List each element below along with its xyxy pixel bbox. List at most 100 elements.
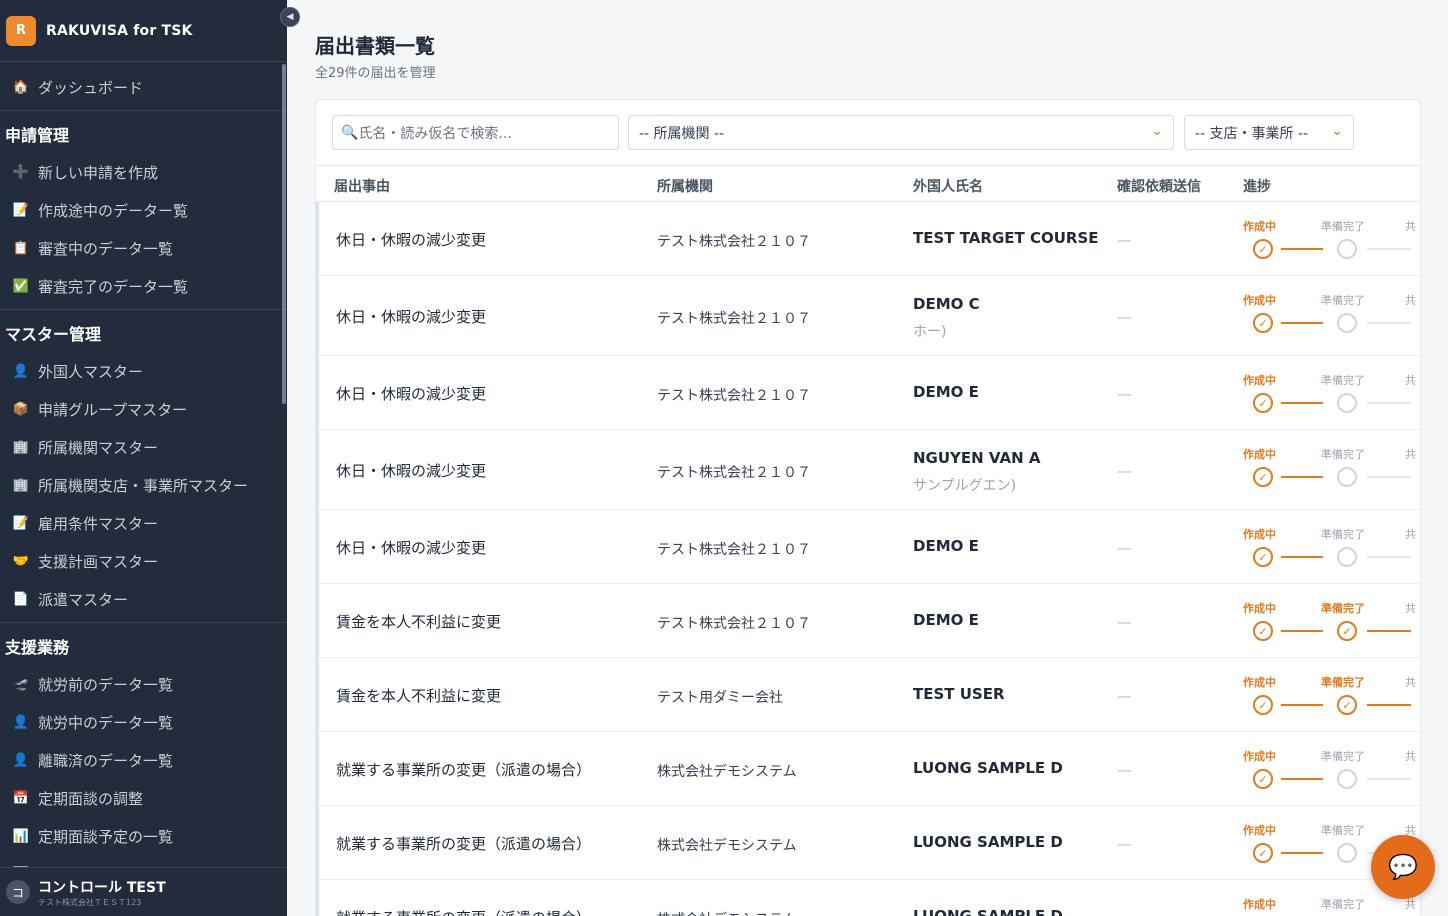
sidebar-item-label: 定期面談予定の一覧 (38, 827, 174, 846)
table-row[interactable]: 就業する事業所の変更（派遣の場合） 株式会社デモシステム LUONG SAMPLE … (316, 806, 1420, 880)
table-row[interactable]: 休日・休暇の減少変更 テスト株式会社２１０７ DEMO C ホー) — 作成中 準備完了 共 ✓ (316, 276, 1420, 356)
cell-sent: — (1117, 909, 1132, 916)
sidebar-item-label: 新しい申請を作成 (38, 163, 159, 182)
sidebar-item[interactable]: 🏢 所属機関マスター (0, 428, 287, 466)
progress-connector (1281, 322, 1323, 324)
sidebar-item-label: 審査完了のデータ一覧 (38, 277, 189, 296)
empty-circle-icon (1337, 769, 1357, 789)
table-row[interactable]: 休日・休暇の減少変更 テスト株式会社２１０７ NGUYEN VAN A サンプルグエン… (316, 430, 1420, 510)
brand-name: RAKUVISA for TSK (46, 22, 193, 39)
progress-step-label: 作成中 (1243, 448, 1276, 461)
table-row[interactable]: 賃金を本人不利益に変更 テスト用ダミー会社 TEST USER — 作成中 準備完了 共 ✓ ✓ (316, 658, 1420, 732)
progress-step-label: 準備完了 (1321, 448, 1365, 461)
sidebar-section-title: 申請管理 (5, 126, 70, 145)
cell-name: LUONG SAMPLE D (913, 833, 1063, 851)
check-circle-icon: ✓ (1253, 547, 1273, 567)
sidebar-item[interactable]: 👤 離職済のデータ一覧 (0, 741, 287, 779)
sidebar-item[interactable]: 🤝 支援計画マスター (0, 542, 287, 580)
progress-connector (1281, 476, 1323, 478)
user-profile[interactable]: コ コントロール TEST テスト株式会社ＴＥＳＴ123 (0, 867, 287, 916)
sidebar-item-label: 審査中のデータ一覧 (38, 239, 174, 258)
sidebar-item[interactable]: 📝 雇用条件マスター (0, 504, 287, 542)
collapse-sidebar-icon[interactable]: ◀ (280, 7, 300, 27)
sidebar-item-label: 申請グループマスター (38, 400, 188, 419)
branch-select[interactable]: -- 支店・事業所 -- ⌄ (1184, 115, 1354, 150)
table-row[interactable]: 休日・休暇の減少変更 テスト株式会社２１０７ DEMO E — 作成中 準備完了 共 ✓ (316, 510, 1420, 584)
table-row[interactable]: 休日・休暇の減少変更 テスト株式会社２１０７ TEST TARGET COURSE —… (316, 202, 1420, 276)
sidebar-item[interactable]: ➕ 新しい申請を作成 (0, 153, 287, 191)
cell-name: DEMO E (913, 537, 979, 555)
header-org[interactable]: 所属機関 (657, 176, 713, 196)
avatar: コ (6, 880, 30, 904)
nav-icon: 📝 (12, 515, 30, 531)
sidebar-scrollbar[interactable] (282, 64, 286, 404)
progress-connector (1281, 778, 1323, 780)
header-progress[interactable]: 進捗 (1243, 176, 1271, 196)
sidebar-item-label: ダッシュボード (38, 78, 144, 97)
nav-icon: 📊 (12, 828, 30, 844)
progress-step-label: 共 (1405, 448, 1416, 461)
check-circle-icon: ✓ (1337, 695, 1357, 715)
check-circle-icon: ✓ (1253, 769, 1273, 789)
home-icon: 🏠 (12, 79, 30, 95)
sidebar-item[interactable]: 📦 申請グループマスター (0, 390, 287, 428)
user-name: コントロール TEST (38, 879, 166, 896)
sidebar-item[interactable]: 📅 定期面談の調整 (0, 779, 287, 817)
notifications-card: 🔍 氏名・読み仮名で検索... -- 所属機関 -- ⌄ -- 支店・事業所 -… (315, 99, 1421, 916)
table-row[interactable]: 休日・休暇の減少変更 テスト株式会社２１０７ DEMO E — 作成中 準備完了 共 ✓ (316, 356, 1420, 430)
empty-circle-icon (1337, 843, 1357, 863)
search-icon: 🔍 (341, 124, 359, 141)
search-input[interactable]: 🔍 氏名・読み仮名で検索... (332, 115, 619, 150)
progress-step-label: 作成中 (1243, 898, 1276, 911)
cell-reason: 休日・休暇の減少変更 (336, 385, 487, 403)
sidebar-item[interactable]: 🛫 就労前のデータ一覧 (0, 665, 287, 703)
sidebar-item[interactable]: ✅ 審査完了のデータ一覧 (0, 267, 287, 305)
divider (0, 309, 287, 310)
progress-connector (1281, 556, 1323, 558)
org-select-value: -- 所属機関 -- (639, 125, 725, 142)
header-sent[interactable]: 確認依頼送信 (1117, 176, 1201, 196)
progress-connector (1367, 476, 1411, 478)
table-row[interactable]: 就業する事業所の変更（派遣の場合） 株式会社デモシステム LUONG SAMPLE … (316, 880, 1420, 916)
cell-org: テスト株式会社２１０７ (657, 616, 811, 632)
cell-reason: 賃金を本人不利益に変更 (336, 613, 502, 631)
progress-step-label: 作成中 (1243, 374, 1276, 387)
brand[interactable]: R RAKUVISA for TSK (0, 0, 287, 62)
sidebar-item[interactable]: 📝 作成途中のデーター覧 (0, 191, 287, 229)
sidebar-item-label: 雇用条件マスター (38, 514, 159, 533)
search-placeholder: 氏名・読み仮名で検索... (358, 125, 512, 142)
sidebar-item-dashboard[interactable]: 🏠 ダッシュボード (0, 68, 287, 106)
progress-step-label: 共 (1405, 294, 1416, 307)
chevron-down-icon: ⌄ (1151, 123, 1163, 139)
filter-bar: 🔍 氏名・読み仮名で検索... -- 所属機関 -- ⌄ -- 支店・事業所 -… (316, 100, 1420, 166)
cell-name: NGUYEN VAN A (913, 449, 1041, 467)
table-row[interactable]: 就業する事業所の変更（派遣の場合） 株式会社デモシステム LUONG SAMPLE … (316, 732, 1420, 806)
table-row[interactable]: 賃金を本人不利益に変更 テスト株式会社２１０７ DEMO E — 作成中 準備完了 共 ✓ ✓ (316, 584, 1420, 658)
nav-icon: 🏢 (12, 477, 30, 493)
cell-name: DEMO C (913, 295, 980, 313)
progress-step-label: 作成中 (1243, 528, 1276, 541)
chat-icon[interactable]: 💬 (1371, 835, 1435, 899)
divider (0, 110, 287, 111)
progress-step-label: 共 (1405, 602, 1416, 615)
chevron-down-icon: ⌄ (1331, 123, 1343, 139)
sidebar-item[interactable]: 👤 就労中のデータ一覧 (0, 703, 287, 741)
progress-tracker: 作成中準備完了共✓ (1237, 896, 1420, 916)
progress-tracker: 作成中準備完了共✓ (1237, 526, 1420, 576)
check-circle-icon: ✓ (1253, 239, 1273, 259)
check-circle-icon: ✓ (1253, 467, 1273, 487)
sidebar-item[interactable]: 📋 審査中のデータ一覧 (0, 229, 287, 267)
progress-step-label: 準備完了 (1321, 676, 1365, 689)
sidebar-item[interactable]: 📄 派遣マスター (0, 580, 287, 618)
empty-circle-icon (1337, 547, 1357, 567)
org-select[interactable]: -- 所属機関 -- ⌄ (628, 115, 1174, 150)
header-name[interactable]: 外国人氏名 (913, 176, 983, 196)
header-reason[interactable]: 届出事由 (334, 176, 390, 196)
sidebar-item[interactable]: 🏢 所属機関支店・事業所マスター (0, 466, 287, 504)
progress-connector (1281, 248, 1323, 250)
progress-step-label: 準備完了 (1321, 528, 1365, 541)
sidebar-item[interactable]: 👤 外国人マスター (0, 352, 287, 390)
sidebar-item[interactable]: 📊 定期面談予定の一覧 (0, 817, 287, 855)
sidebar-item-label: 就労中のデータ一覧 (38, 713, 174, 732)
nav-icon: 🤝 (12, 553, 30, 569)
